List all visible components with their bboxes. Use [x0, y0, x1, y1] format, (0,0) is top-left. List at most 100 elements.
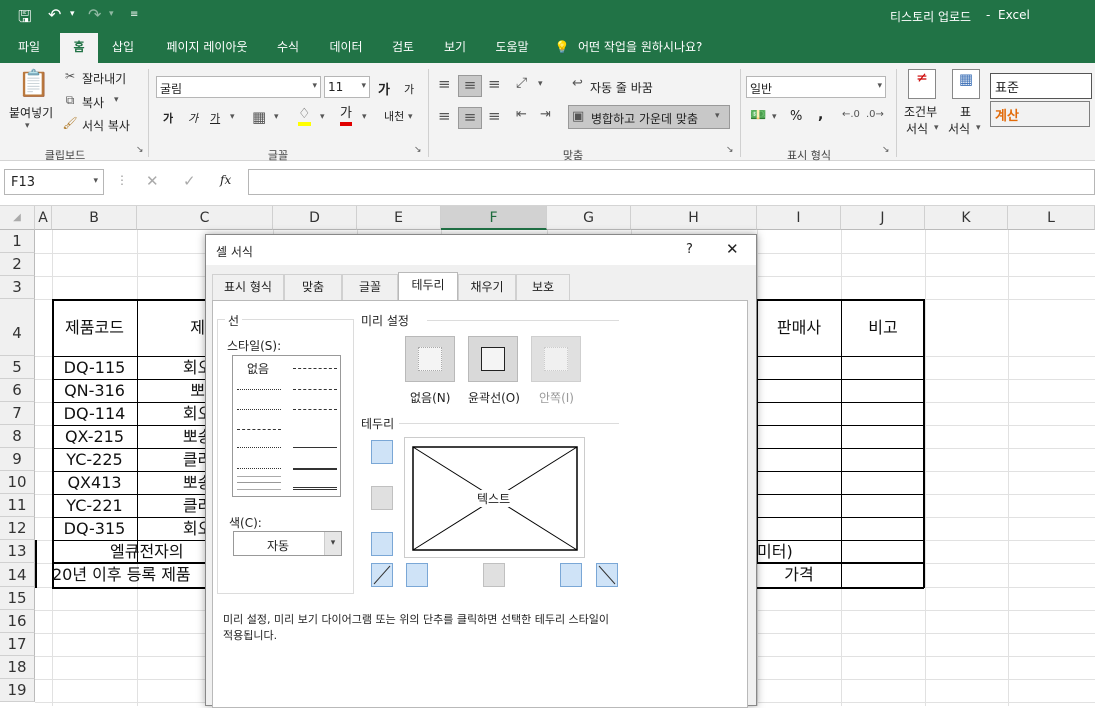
- tab-view[interactable]: 보기: [436, 33, 474, 63]
- column-header-g[interactable]: G: [547, 206, 631, 230]
- preset-outline-button[interactable]: [468, 336, 518, 382]
- align-right-icon[interactable]: ≡: [488, 107, 501, 125]
- border-diagonal-up-button[interactable]: [371, 563, 393, 587]
- currency-dropdown-icon[interactable]: ▾: [772, 112, 777, 122]
- cell-b4[interactable]: 제품코드: [52, 299, 137, 356]
- copy-icon[interactable]: ⧉: [62, 93, 78, 108]
- cell-h13[interactable]: 미터): [757, 540, 807, 563]
- orientation-icon[interactable]: ⤢: [516, 75, 527, 91]
- column-header-b[interactable]: B: [52, 206, 137, 230]
- tab-data[interactable]: 데이터: [322, 33, 370, 63]
- line-style-option[interactable]: [237, 447, 281, 448]
- dialog-tab-protection[interactable]: 보호: [516, 274, 570, 300]
- insert-function-button[interactable]: fx: [220, 173, 231, 187]
- align-center-icon[interactable]: ≡: [458, 107, 482, 129]
- border-bottom-button[interactable]: [371, 532, 393, 556]
- cell-j4[interactable]: 비고: [841, 299, 925, 356]
- font-launcher-icon[interactable]: ↘: [414, 145, 422, 155]
- underline-button[interactable]: 가: [210, 110, 220, 126]
- column-header-e[interactable]: E: [357, 206, 441, 230]
- alignment-launcher-icon[interactable]: ↘: [726, 145, 734, 155]
- dialog-tab-number[interactable]: 표시 형식: [212, 274, 284, 300]
- conditional-format-dropdown-icon[interactable]: ▾: [934, 123, 939, 133]
- underline-dropdown-icon[interactable]: ▾: [230, 112, 235, 122]
- wrap-text-button[interactable]: 자동 줄 바꿈: [590, 79, 653, 96]
- orientation-dropdown-icon[interactable]: ▾: [538, 79, 543, 89]
- row-header-17[interactable]: 17: [0, 633, 35, 656]
- name-box[interactable]: F13 ▾: [4, 169, 104, 195]
- format-as-table-line2[interactable]: 서식: [948, 120, 970, 137]
- clipboard-launcher-icon[interactable]: ↘: [136, 145, 144, 155]
- format-painter-button[interactable]: 서식 복사: [82, 117, 130, 134]
- cell-b5[interactable]: DQ-115: [52, 356, 137, 379]
- bold-button[interactable]: 가: [163, 110, 173, 126]
- align-middle-icon[interactable]: ≡: [458, 75, 482, 97]
- format-as-table-line1[interactable]: 표: [960, 103, 971, 120]
- cell-b8[interactable]: QX-215: [52, 425, 137, 448]
- tab-insert[interactable]: 삽입: [104, 33, 142, 63]
- line-style-option[interactable]: [293, 447, 337, 448]
- cell-b14[interactable]: 20년 이후 등록 제품: [52, 563, 208, 587]
- conditional-format-line1[interactable]: 조건부: [904, 103, 937, 120]
- row-header-7[interactable]: 7: [0, 402, 35, 425]
- copy-dropdown-icon[interactable]: ▾: [114, 95, 119, 105]
- paste-dropdown-icon[interactable]: ▾: [25, 121, 30, 131]
- row-header-18[interactable]: 18: [0, 656, 35, 679]
- conditional-format-icon[interactable]: ≠: [908, 69, 936, 99]
- row-header-4[interactable]: 4: [0, 299, 35, 356]
- row-header-14[interactable]: 14: [0, 563, 35, 587]
- line-style-option[interactable]: [237, 476, 281, 490]
- decrease-font-size-button[interactable]: 가: [404, 81, 414, 97]
- align-bottom-icon[interactable]: ≡: [488, 75, 501, 93]
- font-name-select[interactable]: 굴림 ▾: [156, 76, 321, 98]
- increase-indent-icon[interactable]: ⇥: [540, 107, 551, 122]
- format-as-table-dropdown-icon[interactable]: ▾: [976, 123, 981, 133]
- font-color-dropdown-icon[interactable]: ▾: [362, 112, 367, 122]
- cut-icon[interactable]: ✂: [62, 69, 78, 83]
- number-launcher-icon[interactable]: ↘: [882, 145, 890, 155]
- row-header-1[interactable]: 1: [0, 230, 35, 253]
- tell-me-search[interactable]: 어떤 작업을 원하시나요?: [578, 33, 728, 63]
- dialog-tab-alignment[interactable]: 맞춤: [284, 274, 342, 300]
- column-header-d[interactable]: D: [273, 206, 357, 230]
- increase-decimal-icon[interactable]: ←.0: [842, 109, 860, 120]
- line-style-option[interactable]: [293, 487, 337, 490]
- column-header-l[interactable]: L: [1008, 206, 1095, 230]
- row-header-6[interactable]: 6: [0, 379, 35, 402]
- column-header-h[interactable]: H: [631, 206, 757, 230]
- customize-qat-icon[interactable]: ≡: [130, 9, 138, 20]
- line-style-option[interactable]: [237, 409, 281, 410]
- row-header-2[interactable]: 2: [0, 253, 35, 276]
- column-header-j[interactable]: J: [841, 206, 925, 230]
- column-header-k[interactable]: K: [925, 206, 1008, 230]
- row-header-15[interactable]: 15: [0, 587, 35, 610]
- font-size-select[interactable]: 11 ▾: [324, 76, 370, 98]
- currency-icon[interactable]: 💵: [750, 108, 766, 123]
- line-style-option[interactable]: [293, 368, 337, 369]
- comma-button[interactable]: ,: [818, 107, 823, 123]
- border-left-button[interactable]: [406, 563, 428, 587]
- cell-b13[interactable]: 엘큐전자의: [110, 540, 208, 563]
- row-header-13[interactable]: 13: [0, 540, 35, 563]
- tab-page-layout[interactable]: 페이지 레이아웃: [156, 33, 258, 63]
- tab-file[interactable]: 파일: [8, 33, 50, 63]
- format-as-table-icon[interactable]: ▦: [952, 69, 980, 99]
- border-diagonal-down-button[interactable]: [596, 563, 618, 587]
- cut-button[interactable]: 잘라내기: [82, 70, 126, 87]
- column-header-i[interactable]: I: [757, 206, 841, 230]
- row-header-5[interactable]: 5: [0, 356, 35, 379]
- dialog-tab-font[interactable]: 글꼴: [342, 274, 398, 300]
- borders-icon[interactable]: ▦: [252, 108, 266, 126]
- conditional-format-line2[interactable]: 서식: [906, 120, 928, 137]
- tab-help[interactable]: 도움말: [488, 33, 536, 63]
- help-button[interactable]: ?: [686, 242, 693, 257]
- cell-b11[interactable]: YC-221: [52, 494, 137, 517]
- undo-dropdown-icon[interactable]: ▾: [70, 9, 75, 19]
- dialog-tab-border[interactable]: 테두리: [398, 272, 458, 301]
- row-header-12[interactable]: 12: [0, 517, 35, 540]
- color-select[interactable]: 자동 ▾: [233, 531, 342, 556]
- row-header-19[interactable]: 19: [0, 679, 35, 702]
- style-calculation[interactable]: 계산: [990, 101, 1090, 127]
- tab-formulas[interactable]: 수식: [268, 33, 308, 63]
- format-painter-icon[interactable]: 🖌: [62, 116, 78, 130]
